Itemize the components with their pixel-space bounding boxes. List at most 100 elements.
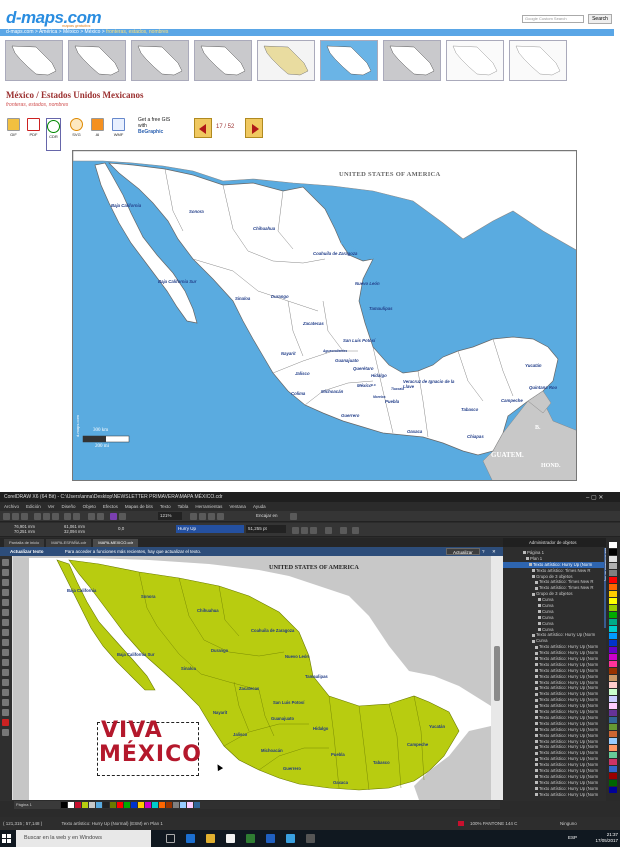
menu-item[interactable]: Tabla — [178, 502, 189, 511]
document-color-swatch[interactable] — [110, 802, 116, 808]
breadcrumb-item[interactable]: América — [39, 29, 57, 35]
color-swatch[interactable] — [609, 710, 617, 716]
open-icon[interactable] — [12, 513, 19, 520]
breadcrumb-item[interactable]: México — [85, 29, 101, 35]
transparency-icon[interactable] — [2, 689, 9, 696]
text-tool-icon[interactable] — [2, 649, 9, 656]
menu-item[interactable]: Texto — [160, 502, 171, 511]
map-thumbnail[interactable] — [257, 40, 315, 81]
color-swatch[interactable] — [609, 577, 617, 583]
options-icon[interactable] — [290, 513, 297, 520]
bold-icon[interactable] — [292, 527, 299, 534]
color-swatch[interactable] — [609, 668, 617, 674]
color-swatch[interactable] — [609, 780, 617, 786]
undo-icon[interactable] — [64, 513, 71, 520]
shape-tool-icon[interactable] — [2, 569, 9, 576]
tab-mapa-mexico[interactable]: MAPA-MEXICO.cdr — [93, 539, 139, 547]
export-icon[interactable] — [97, 513, 104, 520]
map-thumbnail[interactable] — [383, 40, 441, 81]
edge-icon[interactable] — [186, 834, 195, 843]
document-color-swatch[interactable] — [159, 802, 165, 808]
document-color-swatch[interactable] — [82, 802, 88, 808]
menu-item[interactable]: Diseño — [62, 502, 76, 511]
file-explorer-icon[interactable] — [206, 834, 215, 843]
grid-icon[interactable] — [208, 513, 215, 520]
color-swatch[interactable] — [609, 647, 617, 653]
menu-item[interactable]: Efectos — [103, 502, 118, 511]
eyedropper-icon[interactable] — [2, 699, 9, 706]
search-button[interactable]: Search — [588, 14, 612, 24]
next-map-button[interactable] — [245, 118, 263, 138]
prev-map-button[interactable] — [194, 118, 212, 138]
document-color-swatch[interactable] — [96, 802, 102, 808]
document-color-swatch[interactable] — [117, 802, 123, 808]
corel-connect-icon[interactable] — [110, 513, 117, 520]
map-thumbnail[interactable] — [68, 40, 126, 81]
document-color-swatch[interactable] — [194, 802, 200, 808]
search-input[interactable]: Google Custom Search — [522, 15, 584, 23]
document-color-swatch[interactable] — [173, 802, 179, 808]
slogan-viva[interactable]: VIVA — [101, 720, 163, 742]
color-swatch[interactable] — [609, 584, 617, 590]
color-swatch[interactable] — [609, 549, 617, 555]
import-icon[interactable] — [88, 513, 95, 520]
document-color-swatch[interactable] — [124, 802, 130, 808]
zoom-dropdown[interactable]: 121% — [158, 512, 182, 520]
document-color-swatch[interactable] — [68, 802, 74, 808]
system-clock[interactable]: 21:37 17/05/2017 — [590, 832, 618, 844]
color-swatch[interactable] — [609, 556, 617, 562]
full-screen-icon[interactable] — [190, 513, 197, 520]
text-properties-icon[interactable] — [340, 527, 347, 534]
document-color-swatch[interactable] — [180, 802, 186, 808]
color-swatch[interactable] — [609, 766, 617, 772]
map-thumbnail[interactable] — [320, 40, 378, 81]
close-icon[interactable]: ✕ — [492, 547, 496, 556]
copy-icon[interactable] — [43, 513, 50, 520]
download-wmf-button[interactable]: WMF — [111, 118, 126, 140]
interactive-fill-icon[interactable] — [2, 729, 9, 736]
map-thumbnail[interactable] — [194, 40, 252, 81]
slogan-mexico[interactable]: MÉXICO — [99, 744, 202, 766]
color-swatch[interactable] — [609, 717, 617, 723]
document-color-swatch[interactable] — [75, 802, 81, 808]
edit-text-icon[interactable] — [352, 527, 359, 534]
windows-start-icon[interactable] — [2, 834, 11, 843]
menu-item[interactable]: Ver — [48, 502, 55, 511]
window-controls[interactable]: – ▢ ✕ — [586, 494, 603, 501]
pick-tool-icon[interactable] — [2, 559, 9, 566]
paste-icon[interactable] — [52, 513, 59, 520]
coreldraw-taskbar-icon[interactable] — [246, 834, 255, 843]
align-icon[interactable] — [325, 527, 332, 534]
tab-mapa-espana[interactable]: MAPA-ESPAÑA.cdr — [46, 539, 92, 547]
chrome-icon[interactable] — [226, 834, 235, 843]
color-swatch[interactable] — [609, 619, 617, 625]
document-color-swatch[interactable] — [131, 802, 137, 808]
language-indicator[interactable]: ESP — [568, 835, 577, 840]
help-icon[interactable]: ? — [482, 547, 485, 556]
menu-item[interactable]: Edición — [26, 502, 41, 511]
begraphic-promo[interactable]: Get a free GIS with BeGraphic — [138, 117, 182, 141]
document-color-swatch[interactable] — [61, 802, 67, 808]
launcher-icon[interactable] — [119, 513, 126, 520]
menu-item[interactable]: Ayuda — [253, 502, 266, 511]
download-svg-button[interactable]: SVG — [69, 118, 84, 140]
freehand-tool-icon[interactable] — [2, 599, 9, 606]
y-position-field[interactable]: 70,251 mm — [14, 529, 35, 534]
color-swatch[interactable] — [609, 563, 617, 569]
guidelines-icon[interactable] — [217, 513, 224, 520]
color-swatch[interactable] — [609, 640, 617, 646]
download-pdf-button[interactable]: PDF — [26, 118, 41, 140]
map-thumbnail[interactable] — [131, 40, 189, 81]
parallel-dimension-icon[interactable] — [2, 659, 9, 666]
menu-item[interactable]: Objeto — [83, 502, 96, 511]
color-swatch[interactable] — [609, 591, 617, 597]
rulers-icon[interactable] — [199, 513, 206, 520]
color-swatch[interactable] — [609, 661, 617, 667]
vertical-scrollbar[interactable] — [491, 556, 503, 800]
redo-icon[interactable] — [73, 513, 80, 520]
color-swatch[interactable] — [609, 696, 617, 702]
object-tree-item[interactable]: Texto artístico: Hurry Up (Norm — [503, 792, 606, 798]
color-swatch[interactable] — [609, 759, 617, 765]
color-swatch[interactable] — [609, 731, 617, 737]
document-color-swatch[interactable] — [166, 802, 172, 808]
